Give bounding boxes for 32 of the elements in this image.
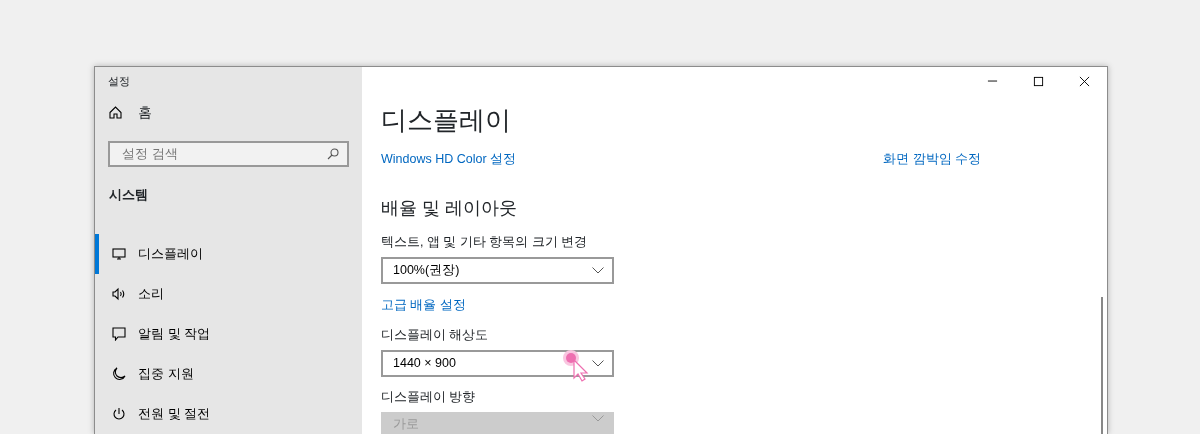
sidebar-item[interactable]: 알림 및 작업 [95,314,362,354]
power-icon [112,407,126,421]
speaker-icon [112,287,126,301]
search-icon [327,147,339,160]
search-field[interactable]: 설정 검색 [108,141,349,167]
sidebar-item[interactable]: 집중 지원 [95,354,362,394]
home-icon [109,106,122,119]
setting-label: 텍스트, 앱 및 기타 항목의 크기 변경 [381,233,588,251]
settings-link[interactable]: 화면 깜박임 수정 [883,150,981,169]
page-heading: 디스플레이 [381,105,511,137]
sidebar-item[interactable]: 디스플레이 [95,234,362,274]
moon-icon [112,367,126,381]
home-link[interactable]: 홈 [109,102,152,123]
setting-label: 디스플레이 해상도 [381,326,489,344]
maximize-icon [1032,75,1044,87]
chevron-icon [592,360,604,367]
display-icon [112,247,126,261]
settings-link[interactable]: 고급 배율 설정 [381,296,466,315]
settings-link[interactable]: Windows HD Color 설정 [381,150,517,169]
window-title: 설정 [107,74,130,89]
chevron-icon [592,266,604,274]
scrollbar[interactable] [1101,297,1103,434]
chevron-icon [592,415,604,422]
section-heading: 시스템 [108,185,148,204]
section-heading: 배율 및 레이아웃 [381,196,517,220]
close-icon [1078,75,1090,87]
message-icon [112,327,126,341]
sidebar-item[interactable]: 소리 [95,274,362,314]
sidebar-item[interactable]: 전원 및 절전 [95,394,362,434]
dropdown[interactable]: 100%(권장) [381,256,614,285]
setting-label: 디스플레이 방향 [381,389,476,407]
search-input[interactable]: 설정 검색 [120,143,327,165]
